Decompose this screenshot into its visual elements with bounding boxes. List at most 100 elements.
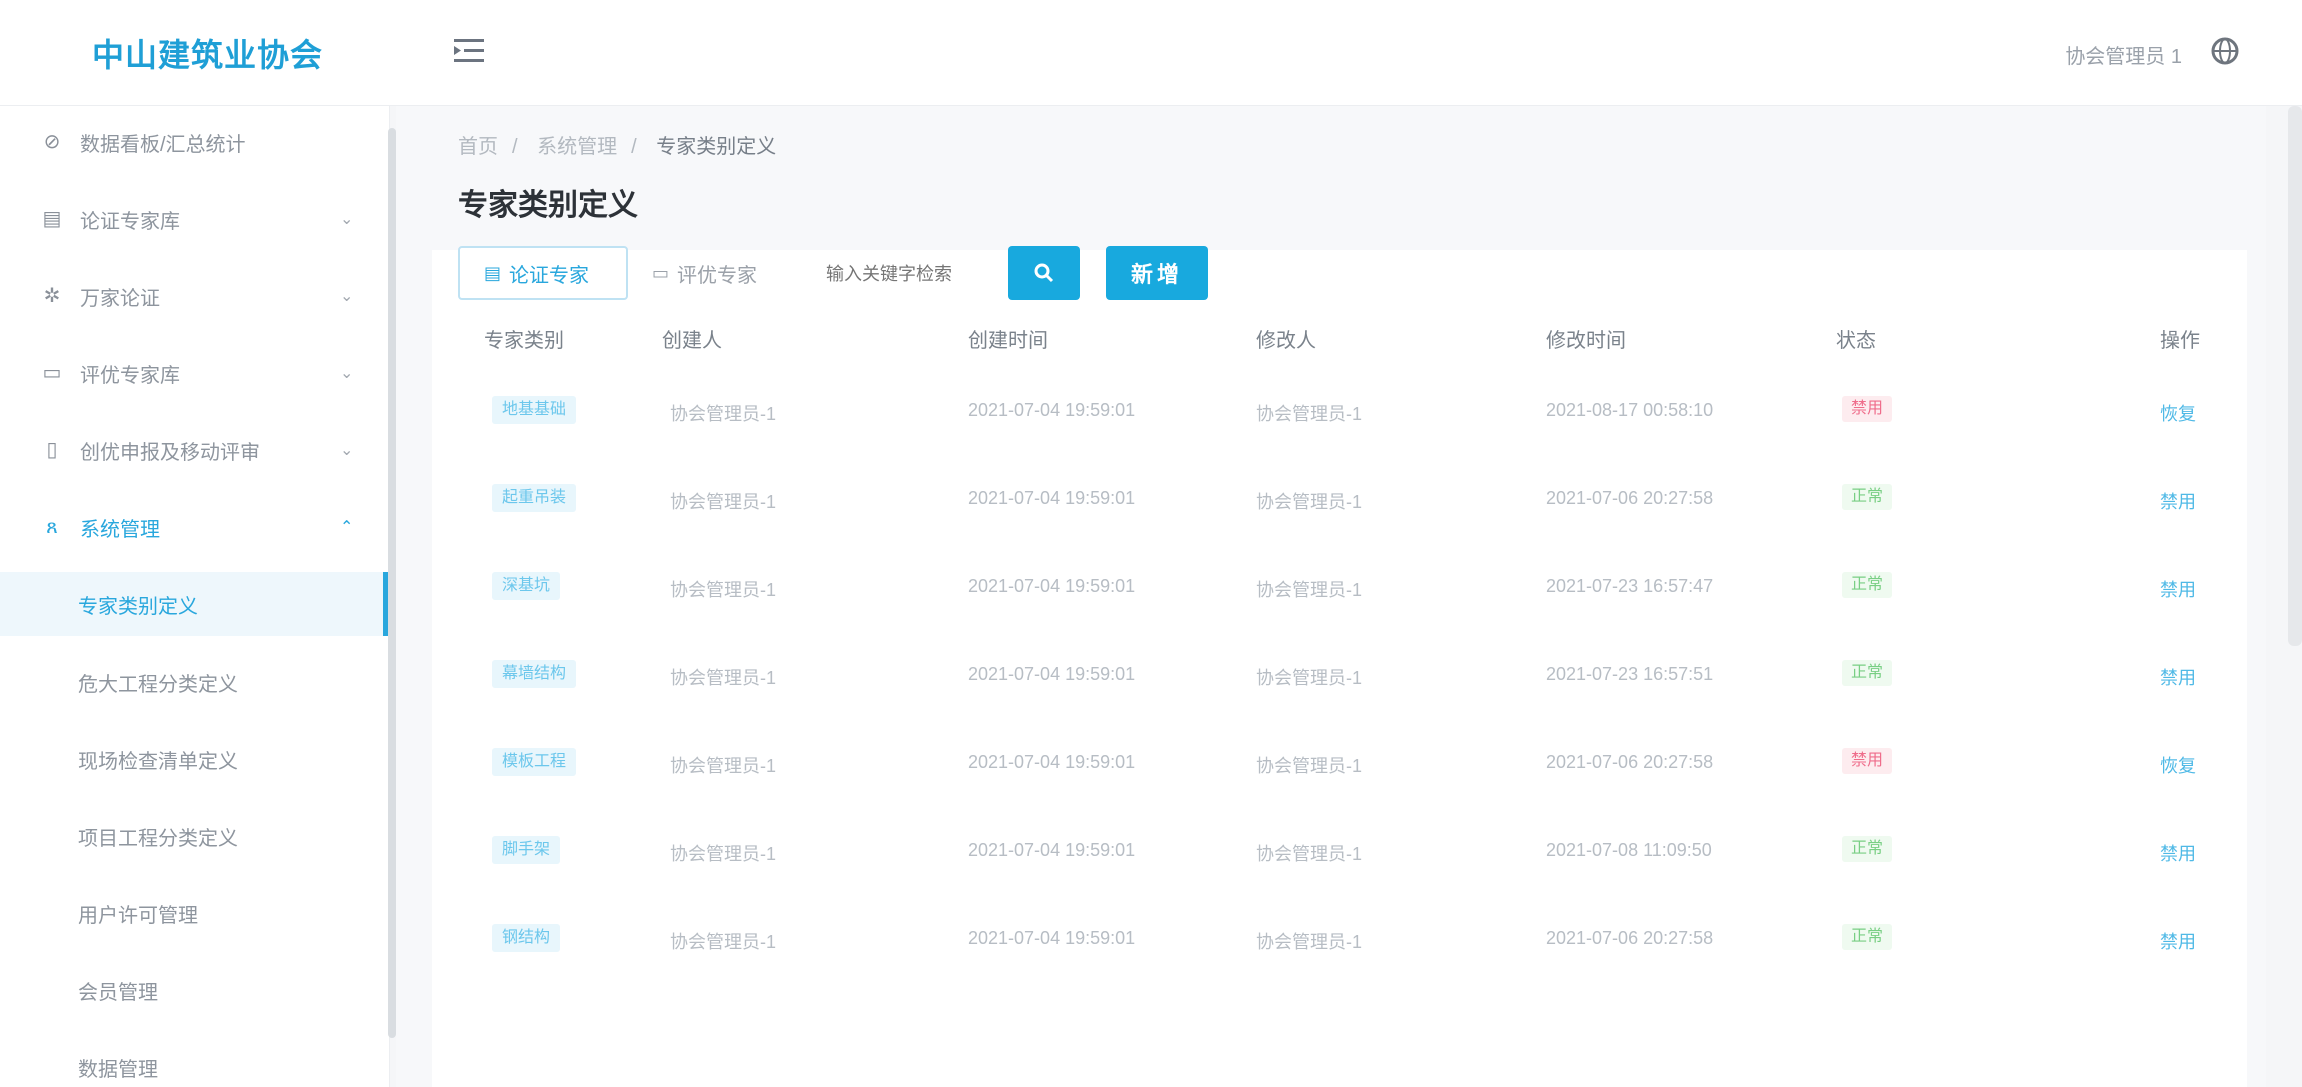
sidebar-subitem-project-category[interactable]: 项目工程分类定义	[0, 804, 388, 868]
creator-cell: 协会管理员-1	[670, 404, 777, 424]
category-tag: 幕墙结构	[492, 660, 577, 688]
sidebar-item-label: 系统管理	[80, 518, 160, 541]
sidebar-subitem-label: 数据管理	[78, 1058, 158, 1081]
sidebar-subitem-hazard-category[interactable]: 危大工程分类定义	[0, 650, 388, 714]
category-tag: 地基基础	[492, 396, 577, 424]
search-input[interactable]	[816, 250, 992, 298]
restore-link[interactable]: 恢复	[2160, 400, 2196, 426]
menu-collapse-icon[interactable]	[452, 36, 488, 68]
table-row: 地基基础 协会管理员-1 2021-07-04 19:59:01 协会管理员-1…	[432, 366, 2247, 454]
menu-collapse-svg	[454, 39, 484, 62]
sidebar-subitem-expert-category[interactable]: 专家类别定义	[0, 572, 388, 636]
disable-link[interactable]: 禁用	[2160, 576, 2196, 602]
sidebar-item-dashboard[interactable]: ⊘ 数据看板/汇总统计	[0, 112, 389, 172]
modified-cell: 2021-07-23 16:57:51	[1546, 664, 1714, 684]
table-row: 模板工程 协会管理员-1 2021-07-04 19:59:01 协会管理员-1…	[432, 718, 2247, 806]
tab-label: 评优专家	[677, 264, 758, 287]
restore-link[interactable]: 恢复	[2160, 752, 2196, 778]
sidebar-subitem-checklist[interactable]: 现场检查清单定义	[0, 727, 388, 791]
tab-label: 论证专家	[509, 264, 590, 287]
document-icon: ▤	[42, 208, 62, 230]
status-badge: 正常	[1842, 836, 1892, 862]
modifier-cell: 协会管理员-1	[1256, 580, 1363, 600]
globe-svg	[2211, 37, 2239, 65]
column-header-creator[interactable]: 创建人	[662, 324, 722, 353]
sidebar-subitem-label: 会员管理	[78, 981, 158, 1004]
search-button[interactable]	[1008, 246, 1080, 300]
creator-cell: 协会管理员-1	[670, 756, 777, 776]
sidebar-subitem-members[interactable]: 会员管理	[0, 958, 388, 1022]
breadcrumb-home[interactable]: 首页	[458, 136, 498, 158]
sidebar-item-mobile-review[interactable]: ▯ 创优申报及移动评审 ⌄	[0, 420, 389, 480]
modifier-cell: 协会管理员-1	[1256, 756, 1363, 776]
sidebar-subitem-data[interactable]: 数据管理	[0, 1035, 388, 1087]
column-header-category[interactable]: 专家类别	[484, 324, 564, 353]
sidebar-subitem-label: 用户许可管理	[78, 904, 198, 927]
modified-cell: 2021-07-23 16:57:47	[1546, 576, 1714, 596]
disable-link[interactable]: 禁用	[2160, 928, 2196, 954]
sidebar-item-evaluation-experts[interactable]: ▭ 评优专家库 ⌄	[0, 343, 389, 403]
breadcrumb-system[interactable]: 系统管理	[537, 136, 617, 158]
column-header-created[interactable]: 创建时间	[968, 324, 1048, 353]
document-icon: ▤	[484, 262, 502, 283]
card-icon: ▭	[42, 362, 62, 384]
created-cell: 2021-07-04 19:59:01	[968, 752, 1136, 772]
sidebar: ⊘ 数据看板/汇总统计 ▤ 论证专家库 ⌄ ✲ 万家论证 ⌄ ▭ 评优专家库 ⌄…	[0, 106, 390, 1087]
modifier-cell: 协会管理员-1	[1256, 668, 1363, 688]
category-tag: 模板工程	[492, 748, 577, 776]
column-header-status[interactable]: 状态	[1836, 324, 1876, 353]
user-icon: ጸ	[46, 516, 58, 538]
column-header-modified[interactable]: 修改时间	[1546, 324, 1626, 353]
tab-argument-experts[interactable]: ▤ 论证专家	[458, 246, 628, 300]
sidebar-item-wanjia[interactable]: ✲ 万家论证 ⌄	[0, 266, 389, 326]
modifier-cell: 协会管理员-1	[1256, 492, 1363, 512]
sidebar-subitem-user-license[interactable]: 用户许可管理	[0, 881, 388, 945]
sidebar-item-argument-experts[interactable]: ▤ 论证专家库 ⌄	[0, 189, 389, 249]
disable-link[interactable]: 禁用	[2160, 664, 2196, 690]
search-icon	[1034, 263, 1054, 283]
created-cell: 2021-07-04 19:59:01	[968, 840, 1136, 860]
table-row: 深基坑 协会管理员-1 2021-07-04 19:59:01 协会管理员-1 …	[432, 542, 2247, 630]
status-badge: 正常	[1842, 924, 1892, 950]
sidebar-subitem-label: 项目工程分类定义	[78, 827, 238, 850]
status-badge: 禁用	[1842, 396, 1892, 422]
modifier-cell: 协会管理员-1	[1256, 404, 1363, 424]
status-badge: 正常	[1842, 572, 1892, 598]
status-badge: 正常	[1842, 484, 1892, 510]
modified-cell: 2021-07-08 11:09:50	[1546, 840, 1712, 860]
table-row: 钢结构 协会管理员-1 2021-07-04 19:59:01 协会管理员-1 …	[432, 894, 2247, 982]
chevron-down-icon: ⌄	[340, 211, 354, 228]
top-header: 中山建筑业协会 协会管理员 1	[0, 0, 2302, 106]
chevron-down-icon: ⌄	[340, 288, 354, 305]
modified-cell: 2021-08-17 00:58:10	[1546, 400, 1714, 420]
table-row: 幕墙结构 协会管理员-1 2021-07-04 19:59:01 协会管理员-1…	[432, 630, 2247, 718]
modified-cell: 2021-07-06 20:27:58	[1546, 488, 1714, 508]
add-button[interactable]: 新增	[1106, 246, 1208, 300]
created-cell: 2021-07-04 19:59:01	[968, 400, 1136, 420]
chevron-up-icon: ⌃	[340, 519, 354, 536]
dashboard-icon: ⊘	[43, 131, 61, 153]
modified-cell: 2021-07-06 20:27:58	[1546, 928, 1714, 948]
category-tag: 起重吊装	[492, 484, 577, 512]
sidebar-scrollbar[interactable]	[388, 128, 396, 1038]
modified-cell: 2021-07-06 20:27:58	[1546, 752, 1714, 772]
status-badge: 正常	[1842, 660, 1892, 686]
disable-link[interactable]: 禁用	[2160, 488, 2196, 514]
app-window: 中山建筑业协会 协会管理员 1 ⊘ 数据看板/汇总统计 ▤ 论证专家库 ⌄ ✲ …	[0, 0, 2302, 1087]
user-name[interactable]: 协会管理员 1	[2065, 40, 2182, 69]
created-cell: 2021-07-04 19:59:01	[968, 664, 1136, 684]
app-logo[interactable]: 中山建筑业协会	[92, 30, 323, 76]
creator-cell: 协会管理员-1	[670, 492, 777, 512]
creator-cell: 协会管理员-1	[670, 932, 777, 952]
tab-evaluation-experts[interactable]: ▭ 评优专家	[652, 246, 792, 300]
category-tag: 脚手架	[492, 836, 561, 864]
main-scrollbar[interactable]	[2288, 106, 2302, 646]
sidebar-subitem-label: 专家类别定义	[78, 595, 198, 618]
sidebar-item-system-management[interactable]: ጸ 系统管理 ⌃	[0, 497, 389, 557]
column-header-operation[interactable]: 操作	[2160, 324, 2200, 353]
table-row: 脚手架 协会管理员-1 2021-07-04 19:59:01 协会管理员-1 …	[432, 806, 2247, 894]
globe-icon[interactable]	[2210, 36, 2240, 66]
category-tag: 深基坑	[492, 572, 561, 600]
column-header-modifier[interactable]: 修改人	[1256, 324, 1316, 353]
disable-link[interactable]: 禁用	[2160, 840, 2196, 866]
